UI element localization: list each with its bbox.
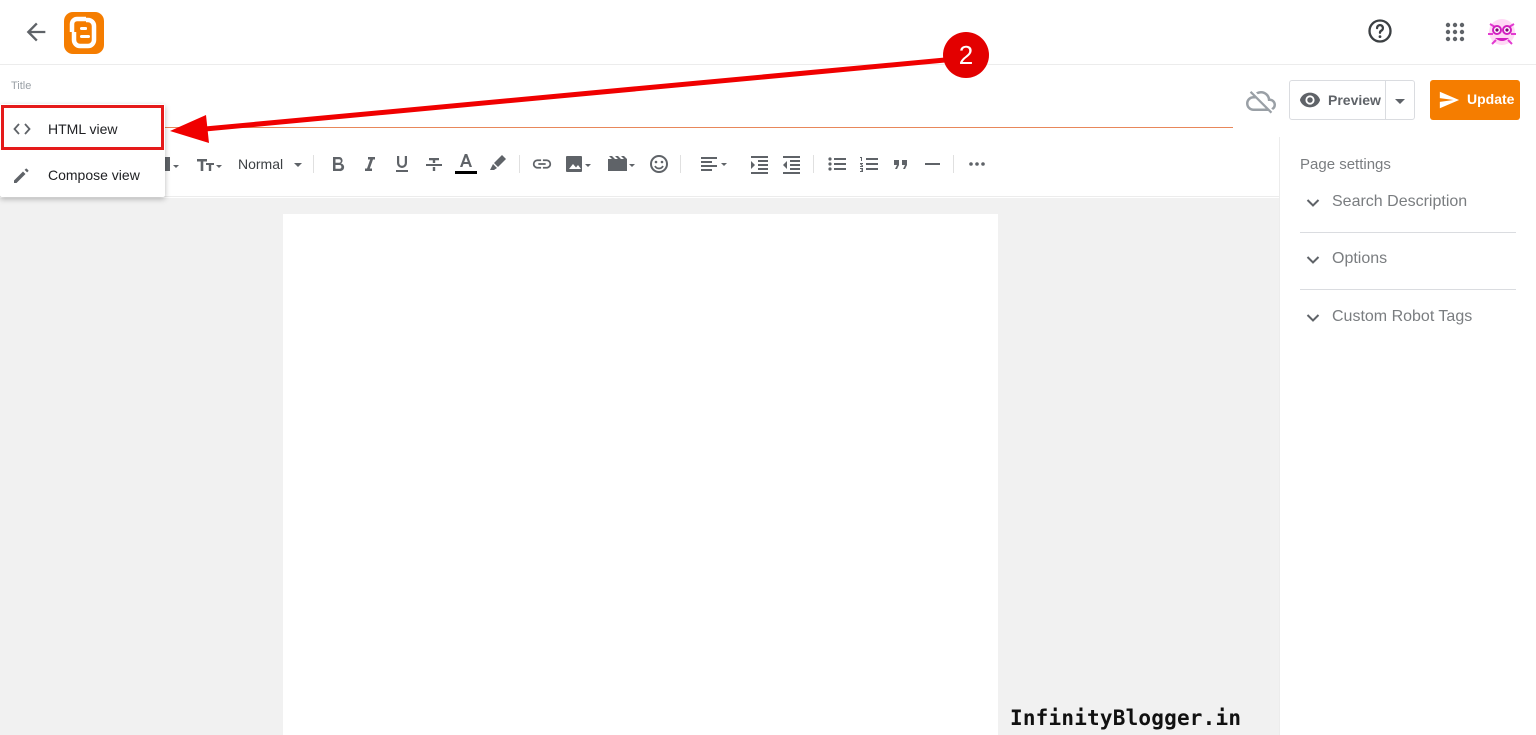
indent-increase-icon[interactable] [749,151,771,177]
toolbar-divider [519,155,520,173]
formatting-toolbar [0,137,1279,197]
toolbar-divider [953,155,954,173]
bulleted-list-icon[interactable] [826,151,848,177]
insert-image-icon[interactable] [565,151,595,177]
apps-grid-icon[interactable] [1441,18,1469,46]
chevron-down-icon [1304,309,1322,327]
chevron-down-icon [1304,194,1322,212]
chevron-down-icon [1304,251,1322,269]
blockquote-icon[interactable] [890,151,912,177]
pencil-icon [12,165,32,185]
help-icon[interactable] [1366,17,1394,45]
paragraph-style-dropdown[interactable]: Normal [238,156,305,172]
horizontal-rule-icon[interactable] [922,151,944,177]
indent-decrease-icon[interactable] [781,151,803,177]
chevron-down-icon [287,156,305,172]
toolbar-divider [680,155,681,173]
title-label: Title [11,80,32,92]
align-left-icon[interactable] [699,151,731,177]
preview-button[interactable]: Preview [1289,80,1415,120]
section-label: Custom Robot Tags [1332,308,1473,325]
bold-icon[interactable] [327,151,349,177]
link-icon[interactable] [531,151,553,177]
annotation-highlight-box [1,105,164,150]
preview-dropdown-arrow-icon[interactable] [1386,81,1414,119]
cloud-off-icon [1246,86,1276,116]
editor-document[interactable] [283,214,998,735]
strikethrough-icon[interactable] [423,151,445,177]
more-options-icon[interactable] [967,151,989,177]
update-label: Update [1467,91,1515,107]
back-arrow-icon[interactable] [22,18,50,46]
highlight-pen-icon[interactable] [487,151,509,177]
section-label: Options [1332,250,1388,267]
blogger-logo-icon[interactable] [64,12,104,54]
eye-icon [1299,91,1321,109]
send-icon [1438,89,1460,111]
menu-item-compose-view[interactable]: Compose view [0,151,165,197]
step-number-badge: 2 [943,32,989,78]
toolbar-divider [313,155,314,173]
update-button[interactable]: Update [1430,80,1520,120]
page-settings-title: Page settings [1300,156,1391,173]
top-bar [0,0,1536,65]
underline-icon[interactable] [391,151,413,177]
settings-section-search-description[interactable]: Search Description [1300,186,1516,222]
settings-section-custom-robot-tags[interactable]: Custom Robot Tags [1300,301,1516,337]
title-input-underline[interactable] [160,127,1233,128]
watermark-text: InfinityBlogger.in [1010,706,1242,730]
insert-video-icon[interactable] [607,151,637,177]
page-settings-panel [1279,137,1536,735]
section-divider [1300,232,1516,233]
toolbar-divider [813,155,814,173]
paragraph-style-value: Normal [238,156,284,172]
settings-section-options[interactable]: Options [1300,243,1516,279]
section-divider [1300,289,1516,290]
numbered-list-icon[interactable] [858,151,880,177]
text-color-icon[interactable] [455,151,477,177]
menu-item-label: Compose view [48,167,140,183]
text-size-icon[interactable] [195,151,225,177]
section-label: Search Description [1332,193,1468,210]
italic-icon[interactable] [359,151,381,177]
preview-label: Preview [1328,92,1381,108]
user-avatar[interactable] [1484,14,1520,50]
emoji-icon[interactable] [648,151,670,177]
